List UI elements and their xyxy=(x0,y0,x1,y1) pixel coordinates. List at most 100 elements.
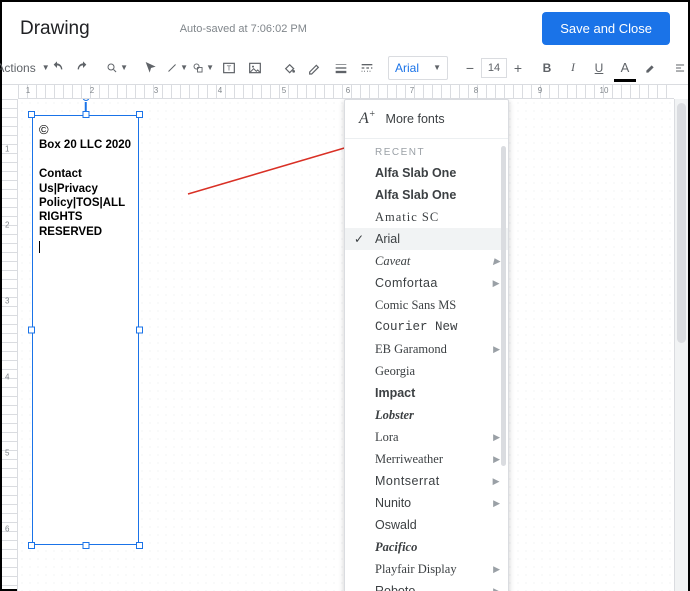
font-item-label: Courier New xyxy=(375,320,458,334)
canvas-area: 12345678910 123456 © Box 20 LLC 2020 Con… xyxy=(2,85,688,591)
font-item[interactable]: Merriweather▶ xyxy=(345,448,508,470)
font-item[interactable]: EB Garamond▶ xyxy=(345,338,508,360)
actions-label: Actions xyxy=(0,61,36,75)
font-family-selector[interactable]: Arial ▼ xyxy=(388,56,448,80)
toolbar: Actions▼ ▼ ▼ ▼ T Arial ▼ − 14 + B I U A … xyxy=(2,51,688,85)
border-color-button[interactable] xyxy=(302,55,328,81)
font-item[interactable]: Pacifico xyxy=(345,536,508,558)
font-item-label: Lobster xyxy=(375,408,414,423)
textbox-line-2: Contact Us|Privacy Policy|TOS|ALL RIGHTS… xyxy=(39,168,125,238)
copyright-symbol: © xyxy=(39,122,49,137)
font-item-recent[interactable]: Alfa Slab One xyxy=(345,184,508,206)
ruler-tick: 6 xyxy=(5,525,9,534)
font-item-label: Nunito xyxy=(375,496,411,510)
font-item-label: Lora xyxy=(375,430,399,445)
font-size-value[interactable]: 14 xyxy=(481,58,507,78)
select-tool[interactable] xyxy=(138,55,164,81)
resize-handle-ml[interactable] xyxy=(28,327,35,334)
resize-handle-tr[interactable] xyxy=(136,111,143,118)
redo-button[interactable] xyxy=(70,55,96,81)
rotate-handle[interactable] xyxy=(82,99,89,101)
submenu-icon: ▶ xyxy=(493,432,500,443)
font-item[interactable]: Lobster xyxy=(345,404,508,426)
more-fonts-item[interactable]: A+ More fonts xyxy=(345,100,508,139)
textbox-content[interactable]: © Box 20 LLC 2020 Contact Us|Privacy Pol… xyxy=(33,116,138,259)
submenu-icon: ▶ xyxy=(493,256,500,267)
font-item-label: Amatic SC xyxy=(375,210,439,225)
font-item[interactable]: Nunito▶ xyxy=(345,492,508,514)
scrollbar-thumb[interactable] xyxy=(501,146,506,466)
shape-tool[interactable]: ▼ xyxy=(190,55,216,81)
font-item-label: Merriweather xyxy=(375,452,443,467)
image-tool[interactable] xyxy=(242,55,268,81)
scrollbar-thumb[interactable] xyxy=(677,103,686,343)
resize-handle-bm[interactable] xyxy=(82,542,89,549)
resize-handle-tl[interactable] xyxy=(28,111,35,118)
text-cursor xyxy=(39,241,40,253)
font-item[interactable]: Playfair Display ▶ xyxy=(345,558,508,580)
font-item[interactable]: Oswald xyxy=(345,514,508,536)
resize-handle-mr[interactable] xyxy=(136,327,143,334)
font-item[interactable]: Amatic SC xyxy=(345,206,508,228)
font-item[interactable]: Montserrat▶ xyxy=(345,470,508,492)
font-item[interactable]: Caveat▶ xyxy=(345,250,508,272)
border-weight-button[interactable] xyxy=(328,55,354,81)
font-item[interactable]: Comic Sans MS xyxy=(345,294,508,316)
font-item[interactable]: Roboto▶ xyxy=(345,580,508,591)
resize-handle-bl[interactable] xyxy=(28,542,35,549)
line-tool[interactable]: ▼ xyxy=(164,55,190,81)
font-item-recent[interactable]: Alfa Slab One xyxy=(345,162,508,184)
text-color-button[interactable]: A xyxy=(612,55,638,81)
svg-text:T: T xyxy=(227,63,232,72)
ruler-tick: 1 xyxy=(26,86,30,95)
submenu-icon: ▶ xyxy=(493,344,500,355)
font-item-label: Arial xyxy=(375,232,400,246)
recent-section-label: RECENT xyxy=(345,139,508,162)
font-item[interactable]: Courier New xyxy=(345,316,508,338)
font-item[interactable]: Georgia xyxy=(345,360,508,382)
dialog-title: Drawing xyxy=(20,18,90,40)
undo-button[interactable] xyxy=(44,55,70,81)
font-item[interactable]: Comfortaa▶ xyxy=(345,272,508,294)
dialog-header: Drawing Auto-saved at 7:06:02 PM Save an… xyxy=(2,2,688,51)
font-item[interactable]: Impact xyxy=(345,382,508,404)
actions-menu[interactable]: Actions▼ xyxy=(10,55,36,81)
align-button[interactable]: ▼ xyxy=(672,55,690,81)
italic-button[interactable]: I xyxy=(560,55,586,81)
textbox-line-1: Box 20 LLC 2020 xyxy=(39,139,131,151)
font-item-label: Pacifico xyxy=(375,540,417,555)
border-dash-button[interactable] xyxy=(354,55,380,81)
font-item-label: Comic Sans MS xyxy=(375,298,456,313)
font-item-label: Playfair Display xyxy=(375,562,457,577)
autosave-status: Auto-saved at 7:06:02 PM xyxy=(180,23,307,35)
ruler-vertical: 123456 xyxy=(2,99,18,591)
ruler-tick: 3 xyxy=(5,297,9,306)
font-current-label: Arial xyxy=(395,61,419,75)
highlight-color-button[interactable] xyxy=(638,55,664,81)
ruler-tick: 5 xyxy=(282,86,286,95)
resize-handle-br[interactable] xyxy=(136,542,143,549)
ruler-tick: 2 xyxy=(90,86,94,95)
font-size-increase[interactable]: + xyxy=(510,58,526,78)
bold-button[interactable]: B xyxy=(534,55,560,81)
font-item[interactable]: Lora ▶ xyxy=(345,426,508,448)
canvas[interactable]: © Box 20 LLC 2020 Contact Us|Privacy Pol… xyxy=(18,99,674,591)
submenu-icon: ▶ xyxy=(493,564,500,575)
font-item[interactable]: ✓ Arial xyxy=(345,228,508,250)
textbox-tool[interactable]: T xyxy=(216,55,242,81)
fill-color-button[interactable] xyxy=(276,55,302,81)
font-size-decrease[interactable]: − xyxy=(462,58,478,78)
resize-handle-tm[interactable] xyxy=(82,111,89,118)
font-menu-scrollbar[interactable] xyxy=(501,140,506,591)
ruler-tick: 8 xyxy=(474,86,478,95)
underline-button[interactable]: U xyxy=(586,55,612,81)
save-and-close-button[interactable]: Save and Close xyxy=(542,12,670,45)
canvas-scrollbar[interactable] xyxy=(674,99,688,591)
font-size-control: − 14 + xyxy=(462,58,526,78)
ruler-horizontal: 12345678910 xyxy=(18,85,674,99)
check-icon: ✓ xyxy=(354,232,364,246)
selected-textbox[interactable]: © Box 20 LLC 2020 Contact Us|Privacy Pol… xyxy=(32,115,139,545)
font-item-label: Impact xyxy=(375,386,415,400)
font-item-label: Comfortaa xyxy=(375,276,438,290)
zoom-button[interactable]: ▼ xyxy=(104,55,130,81)
